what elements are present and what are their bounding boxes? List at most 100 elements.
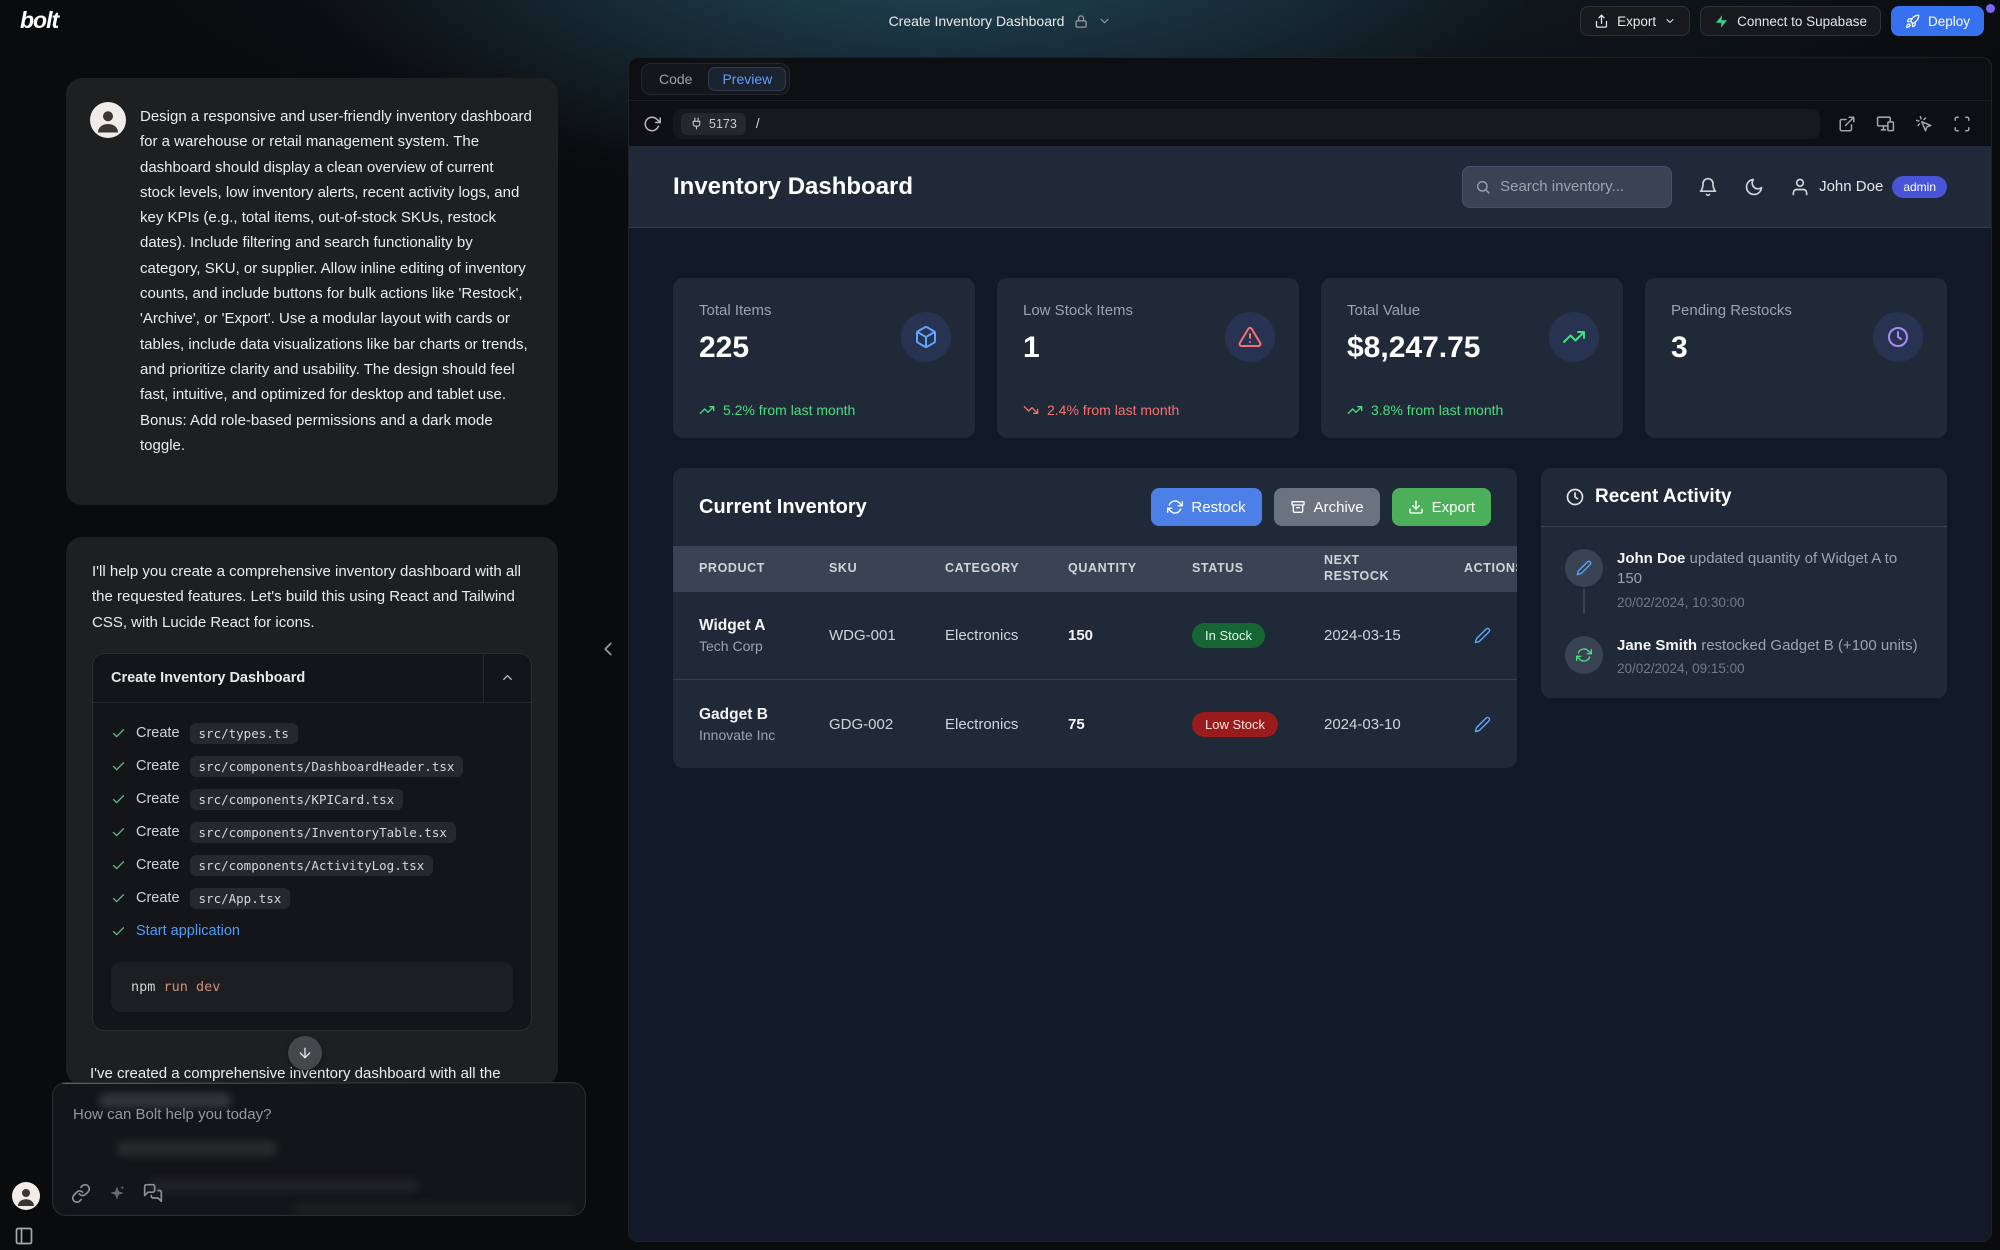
chevron-up-icon [500, 670, 515, 685]
url-field[interactable]: 5173 / [673, 109, 1820, 139]
file-pill[interactable]: src/components/DashboardHeader.tsx [190, 756, 464, 777]
product-supplier: Tech Corp [699, 638, 829, 654]
chat-input[interactable] [73, 1101, 533, 1127]
download-icon [1408, 499, 1424, 515]
terminal-command: npm run dev [111, 962, 513, 1012]
port-number: 5173 [709, 117, 737, 131]
edit-row-icon[interactable] [1474, 627, 1491, 644]
user-name: John Doe [1819, 178, 1883, 195]
chevron-down-icon[interactable] [1097, 14, 1111, 28]
trending-up-icon [1347, 402, 1363, 418]
assistant-message: I'll help you create a comprehensive inv… [66, 537, 558, 1085]
file-pill[interactable]: src/components/KPICard.tsx [190, 789, 404, 810]
dashboard-title: Inventory Dashboard [673, 173, 913, 201]
app-viewport: Inventory Dashboard John Doe admin Total [629, 146, 1991, 1241]
tab-code[interactable]: Code [645, 67, 706, 91]
file-pill[interactable]: src/components/ActivityLog.tsx [190, 855, 434, 876]
composer-accent-line [53, 1083, 585, 1084]
user-menu[interactable]: John Doe admin [1790, 176, 1947, 198]
assistant-intro-text: I'll help you create a comprehensive inv… [92, 559, 532, 635]
search-input[interactable] [1500, 178, 1659, 195]
blurred-content [293, 1203, 573, 1215]
code-preview-segmented-control: Code Preview [641, 63, 790, 95]
plug-icon [690, 117, 703, 130]
restock-date-cell: 2024-03-15 [1324, 627, 1464, 644]
activity-timestamp: 20/02/2024, 09:15:00 [1617, 661, 1918, 676]
collapse-task-card-button[interactable] [483, 654, 531, 702]
file-pill[interactable]: src/App.tsx [190, 888, 291, 909]
activity-item: Jane Smith restocked Gadget B (+100 unit… [1565, 636, 1923, 676]
inventory-search[interactable] [1462, 166, 1672, 208]
task-step: Create src/components/DashboardHeader.ts… [111, 750, 513, 783]
chat-composer[interactable] [52, 1082, 586, 1216]
project-title: Create Inventory Dashboard [889, 13, 1065, 29]
kpi-cards: Total Items 225 5.2% from last month Low… [673, 278, 1947, 438]
file-pill[interactable]: src/components/InventoryTable.tsx [190, 822, 456, 843]
scroll-to-bottom-button[interactable] [288, 1036, 322, 1070]
deploy-button[interactable]: Deploy [1891, 6, 1984, 36]
task-card: Create Inventory Dashboard Create src/ty… [92, 653, 532, 1031]
port-pill[interactable]: 5173 [681, 113, 746, 135]
sidebar-toggle-icon[interactable] [14, 1226, 34, 1246]
sku-cell: WDG-001 [829, 627, 945, 644]
check-icon [111, 759, 126, 774]
project-title-group[interactable]: Create Inventory Dashboard [889, 0, 1112, 42]
url-path: / [756, 116, 760, 131]
task-card-body: Create src/types.ts Create src/component… [93, 702, 531, 1030]
check-icon [111, 891, 126, 906]
trending-up-icon [1549, 312, 1599, 362]
archive-icon [1290, 499, 1306, 515]
bell-icon[interactable] [1698, 177, 1718, 197]
connect-supabase-button[interactable]: Connect to Supabase [1700, 6, 1881, 36]
attach-link-icon[interactable] [71, 1183, 91, 1203]
start-application-step: Start application [111, 915, 513, 948]
assistant-outro-text: I've created a comprehensive inventory d… [90, 1065, 558, 1082]
start-application-link[interactable]: Start application [136, 923, 240, 939]
check-icon [111, 924, 126, 939]
open-external-icon[interactable] [1838, 115, 1856, 133]
blurred-content [117, 1141, 277, 1156]
account-avatar[interactable] [12, 1182, 40, 1210]
refresh-icon [1167, 499, 1183, 515]
status-badge: In Stock [1192, 623, 1265, 648]
archive-button[interactable]: Archive [1274, 488, 1380, 526]
rocket-icon [1905, 14, 1920, 29]
check-icon [111, 858, 126, 873]
product-name: Widget A [699, 617, 829, 635]
restock-button[interactable]: Restock [1151, 488, 1261, 526]
lock-icon [1073, 14, 1088, 29]
role-badge: admin [1892, 176, 1947, 198]
share-icon [1594, 14, 1609, 29]
collapse-chat-chevron[interactable] [597, 638, 619, 660]
sparkles-icon[interactable] [108, 1184, 126, 1202]
responsive-devices-icon[interactable] [1876, 114, 1895, 133]
file-pill[interactable]: src/types.ts [190, 723, 298, 744]
product-name: Gadget B [699, 706, 829, 724]
check-icon [111, 825, 126, 840]
sku-cell: GDG-002 [829, 716, 945, 733]
check-icon [111, 726, 126, 741]
quantity-cell[interactable]: 150 [1068, 627, 1192, 644]
quantity-cell[interactable]: 75 [1068, 716, 1192, 733]
export-csv-button[interactable]: Export [1392, 488, 1491, 526]
dark-mode-toggle-icon[interactable] [1744, 177, 1764, 197]
task-step: Create src/App.tsx [111, 882, 513, 915]
user-message-text: Design a responsive and user-friendly in… [140, 104, 532, 458]
edit-row-icon[interactable] [1474, 716, 1491, 733]
table-row: Gadget B Innovate Inc GDG-002 Electronic… [673, 680, 1517, 768]
preview-pane: Code Preview 5173 / Inventory Dashboard [628, 57, 1992, 1242]
export-button[interactable]: Export [1580, 6, 1690, 36]
user-avatar [90, 102, 126, 138]
alert-triangle-icon [1225, 312, 1275, 362]
restock-date-cell: 2024-03-10 [1324, 716, 1464, 733]
reload-icon[interactable] [643, 115, 661, 133]
fullscreen-icon[interactable] [1953, 115, 1971, 133]
command-args: run dev [164, 979, 221, 995]
task-card-header[interactable]: Create Inventory Dashboard [93, 654, 531, 702]
discuss-mode-icon[interactable] [143, 1183, 163, 1203]
bolt-logo: bolt [20, 7, 58, 34]
tab-preview[interactable]: Preview [708, 67, 786, 91]
arrow-down-icon [297, 1045, 313, 1061]
recent-activity-card: Recent Activity John Doe updated quantit… [1541, 468, 1947, 698]
inspect-element-icon[interactable] [1915, 115, 1933, 133]
